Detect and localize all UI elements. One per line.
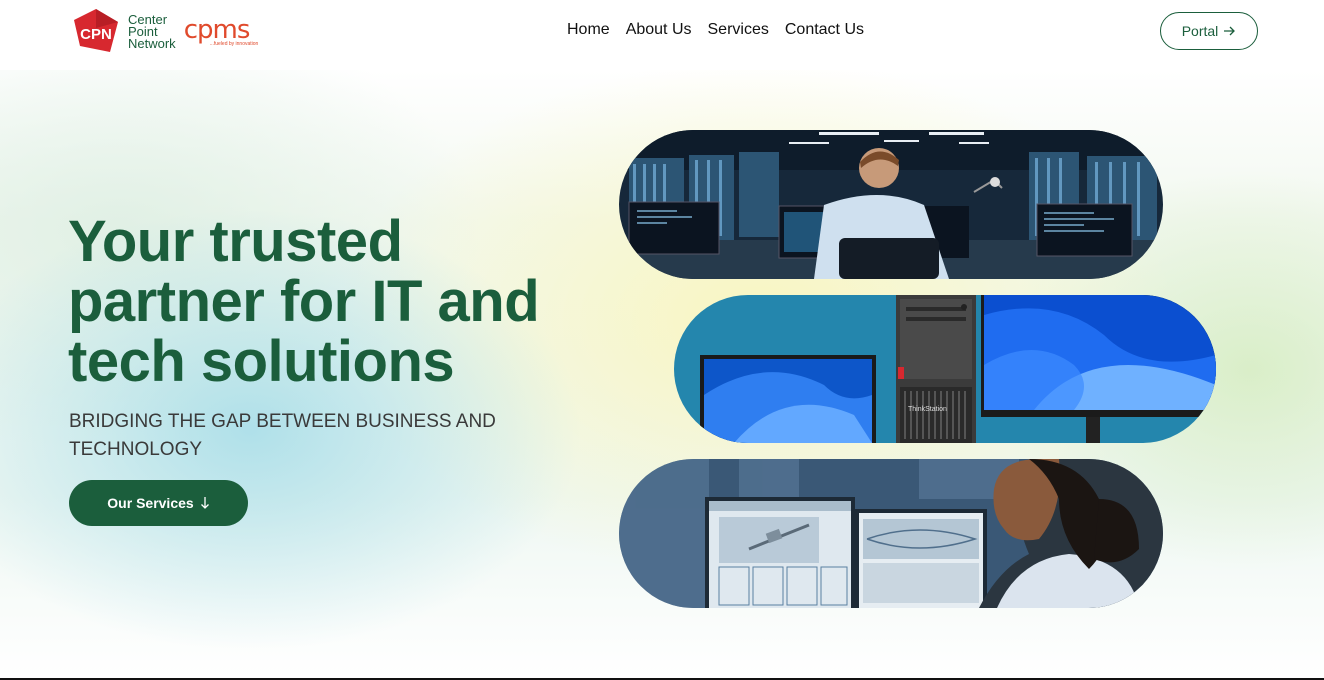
- portal-button[interactable]: Portal: [1160, 12, 1258, 50]
- our-services-button[interactable]: Our Services: [69, 480, 248, 526]
- hero-subheading: BRIDGING THE GAP BETWEEN BUSINESS AND TE…: [69, 411, 496, 460]
- workstation-brand-text: ThinkStation: [908, 406, 947, 413]
- headline-line: tech solutions: [68, 329, 455, 394]
- headline-line: Your trusted: [68, 209, 403, 274]
- nav-home[interactable]: Home: [567, 20, 610, 40]
- headline-line: partner for IT and: [68, 269, 540, 334]
- workstation-monitors-photo: ThinkStation: [674, 295, 1216, 443]
- logo-mark-letters: CPN: [80, 26, 112, 43]
- cpms-wordmark: cpms: [183, 14, 251, 45]
- logo[interactable]: CPN Center Point Network cpms ...fueled …: [72, 8, 258, 56]
- cpn-logo-mark-icon: CPN: [74, 9, 118, 52]
- nav-about-us[interactable]: About Us: [626, 20, 692, 40]
- cpms-tagline: ...fueled by innovation: [209, 40, 259, 47]
- main-nav: Home About Us Services Contact Us: [567, 20, 864, 40]
- company-name-line: Network: [128, 36, 176, 51]
- nav-services[interactable]: Services: [708, 20, 769, 40]
- arrow-right-icon: [1224, 26, 1236, 36]
- company-name: Center Point Network: [128, 13, 176, 51]
- hero-headline: Your trusted partner for IT and tech sol…: [68, 212, 588, 392]
- satellite-engineer-photo: [619, 459, 1163, 608]
- portal-button-label: Portal: [1181, 23, 1219, 39]
- nav-contact-us[interactable]: Contact Us: [785, 20, 864, 40]
- cpms-logo: cpms ...fueled by innovation: [183, 14, 259, 47]
- data-center-engineer-photo: [619, 130, 1163, 279]
- arrow-down-icon: [200, 497, 209, 509]
- site-header: CPN Center Point Network cpms ...fueled …: [0, 0, 1324, 70]
- hero-section: Your trusted partner for IT and tech sol…: [0, 70, 1324, 678]
- our-services-label: Our Services: [107, 495, 194, 511]
